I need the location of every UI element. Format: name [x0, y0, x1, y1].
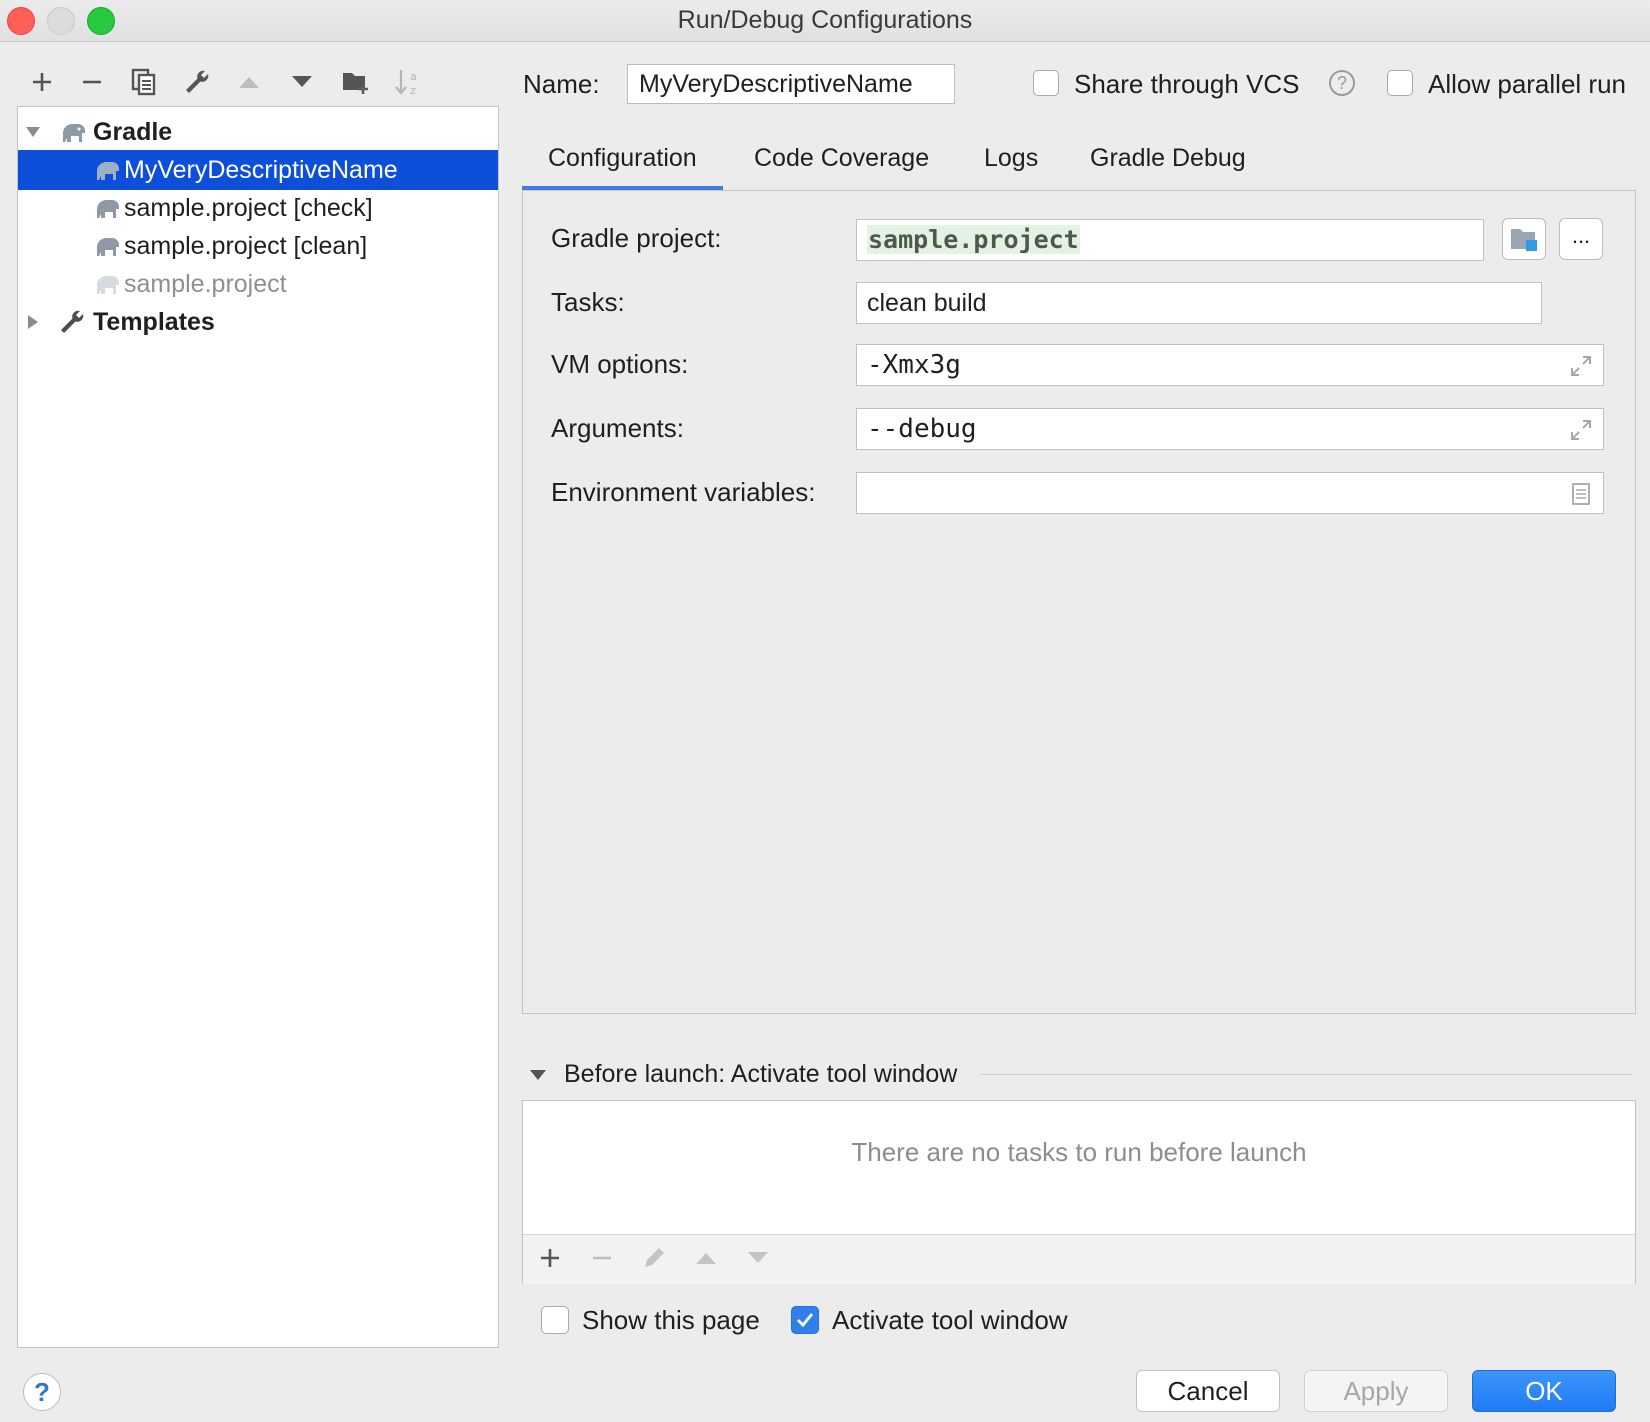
tab-gradle-debug[interactable]: Gradle Debug [1090, 136, 1246, 190]
collapse-arrow-icon[interactable] [18, 302, 48, 342]
configuration-tree[interactable]: Gradle MyVeryDescriptiveName sample.proj… [17, 106, 499, 1348]
edit-task-icon[interactable] [637, 1241, 671, 1275]
tree-item-label: sample.project [clean] [124, 232, 368, 260]
folder-icon [1511, 229, 1537, 251]
help-icon[interactable]: ? [1329, 70, 1355, 96]
share-vcs-label: Share through VCS [1074, 69, 1300, 99]
allow-parallel-label: Allow parallel run [1428, 69, 1626, 99]
move-task-down-icon[interactable] [741, 1241, 775, 1275]
browse-button[interactable]: ... [1559, 218, 1603, 260]
show-this-page-checkbox[interactable] [541, 1306, 569, 1334]
activate-tool-window-label: Activate tool window [832, 1305, 1068, 1335]
wrench-icon[interactable] [177, 62, 217, 102]
select-project-button[interactable] [1502, 218, 1546, 260]
share-vcs-checkbox[interactable] [1033, 70, 1059, 96]
tree-item-sample-project-clean[interactable]: sample.project [clean] [18, 226, 498, 266]
collapse-before-launch-icon[interactable] [528, 1068, 548, 1082]
remove-task-icon[interactable] [585, 1241, 619, 1275]
tree-item-sample-project[interactable]: sample.project [18, 264, 498, 304]
help-button[interactable]: ? [23, 1373, 61, 1411]
move-task-up-icon[interactable] [689, 1241, 723, 1275]
before-launch-title: Before launch: Activate tool window [564, 1060, 958, 1088]
tree-group-label: Gradle [93, 118, 173, 146]
ellipsis-label: ... [1571, 223, 1591, 248]
plus-icon[interactable] [22, 62, 62, 102]
tab-configuration[interactable]: Configuration [522, 136, 723, 190]
tab-code-coverage[interactable]: Code Coverage [754, 136, 929, 190]
gradle-elephant-icon [92, 194, 122, 222]
allow-parallel-checkbox[interactable] [1387, 70, 1413, 96]
before-launch-empty-text: There are no tasks to run before launch [851, 1137, 1307, 1167]
wrench-icon [58, 308, 88, 336]
tree-group-templates[interactable]: Templates [18, 302, 498, 342]
tree-item-label: sample.project [124, 270, 287, 298]
name-input[interactable]: MyVeryDescriptiveName [627, 64, 955, 104]
gradle-project-value: sample.project [867, 225, 1080, 254]
arguments-input[interactable]: --debug [856, 408, 1604, 450]
window-title: Run/Debug Configurations [677, 6, 973, 34]
arguments-label: Arguments: [551, 413, 684, 443]
show-this-page-label: Show this page [582, 1305, 760, 1335]
expand-icon[interactable] [1569, 418, 1593, 442]
gradle-elephant-icon [92, 232, 122, 260]
environment-variables-input[interactable] [856, 472, 1604, 514]
arguments-value: --debug [867, 414, 977, 444]
tree-group-label: Templates [93, 308, 215, 336]
add-task-icon[interactable] [533, 1241, 567, 1275]
svg-text:a: a [410, 70, 417, 83]
gradle-elephant-icon [92, 270, 122, 298]
vm-options-label: VM options: [551, 349, 689, 379]
tree-item-sample-project-check[interactable]: sample.project [check] [18, 188, 498, 228]
gradle-project-field[interactable]: sample.project [856, 219, 1484, 261]
title-bar: Run/Debug Configurations [0, 0, 1650, 42]
section-divider [980, 1074, 1632, 1075]
expand-arrow-icon[interactable] [18, 112, 48, 152]
svg-text:z: z [410, 84, 416, 97]
gradle-elephant-icon [92, 156, 122, 184]
tree-item-label: MyVeryDescriptiveName [124, 156, 398, 184]
ok-button[interactable]: OK [1472, 1370, 1616, 1412]
expand-icon[interactable] [1569, 354, 1593, 378]
vm-options-value: -Xmx3g [867, 350, 961, 380]
sort-alpha-icon[interactable]: az [388, 62, 428, 102]
tab-logs[interactable]: Logs [984, 136, 1038, 190]
tasks-label: Tasks: [551, 287, 625, 317]
move-down-icon[interactable] [282, 62, 322, 102]
vm-options-input[interactable]: -Xmx3g [856, 344, 1604, 386]
move-up-icon[interactable] [229, 62, 269, 102]
gradle-elephant-icon [58, 118, 88, 146]
name-label: Name: [523, 69, 600, 99]
gradle-project-label: Gradle project: [551, 223, 722, 253]
tree-item-myverydescriptivename[interactable]: MyVeryDescriptiveName [18, 150, 498, 190]
cancel-button[interactable]: Cancel [1136, 1370, 1280, 1412]
tree-item-label: sample.project [check] [124, 194, 373, 222]
edit-list-icon[interactable] [1569, 482, 1593, 506]
activate-tool-window-checkbox[interactable] [791, 1306, 819, 1334]
copy-icon[interactable] [124, 62, 164, 102]
tasks-input[interactable]: clean build [856, 282, 1542, 324]
checkmark-icon [797, 1313, 814, 1328]
environment-variables-label: Environment variables: [551, 477, 816, 507]
tree-group-gradle[interactable]: Gradle [18, 112, 498, 152]
new-folder-icon[interactable] [336, 62, 376, 102]
minus-icon[interactable] [72, 62, 112, 102]
apply-button[interactable]: Apply [1304, 1370, 1448, 1412]
